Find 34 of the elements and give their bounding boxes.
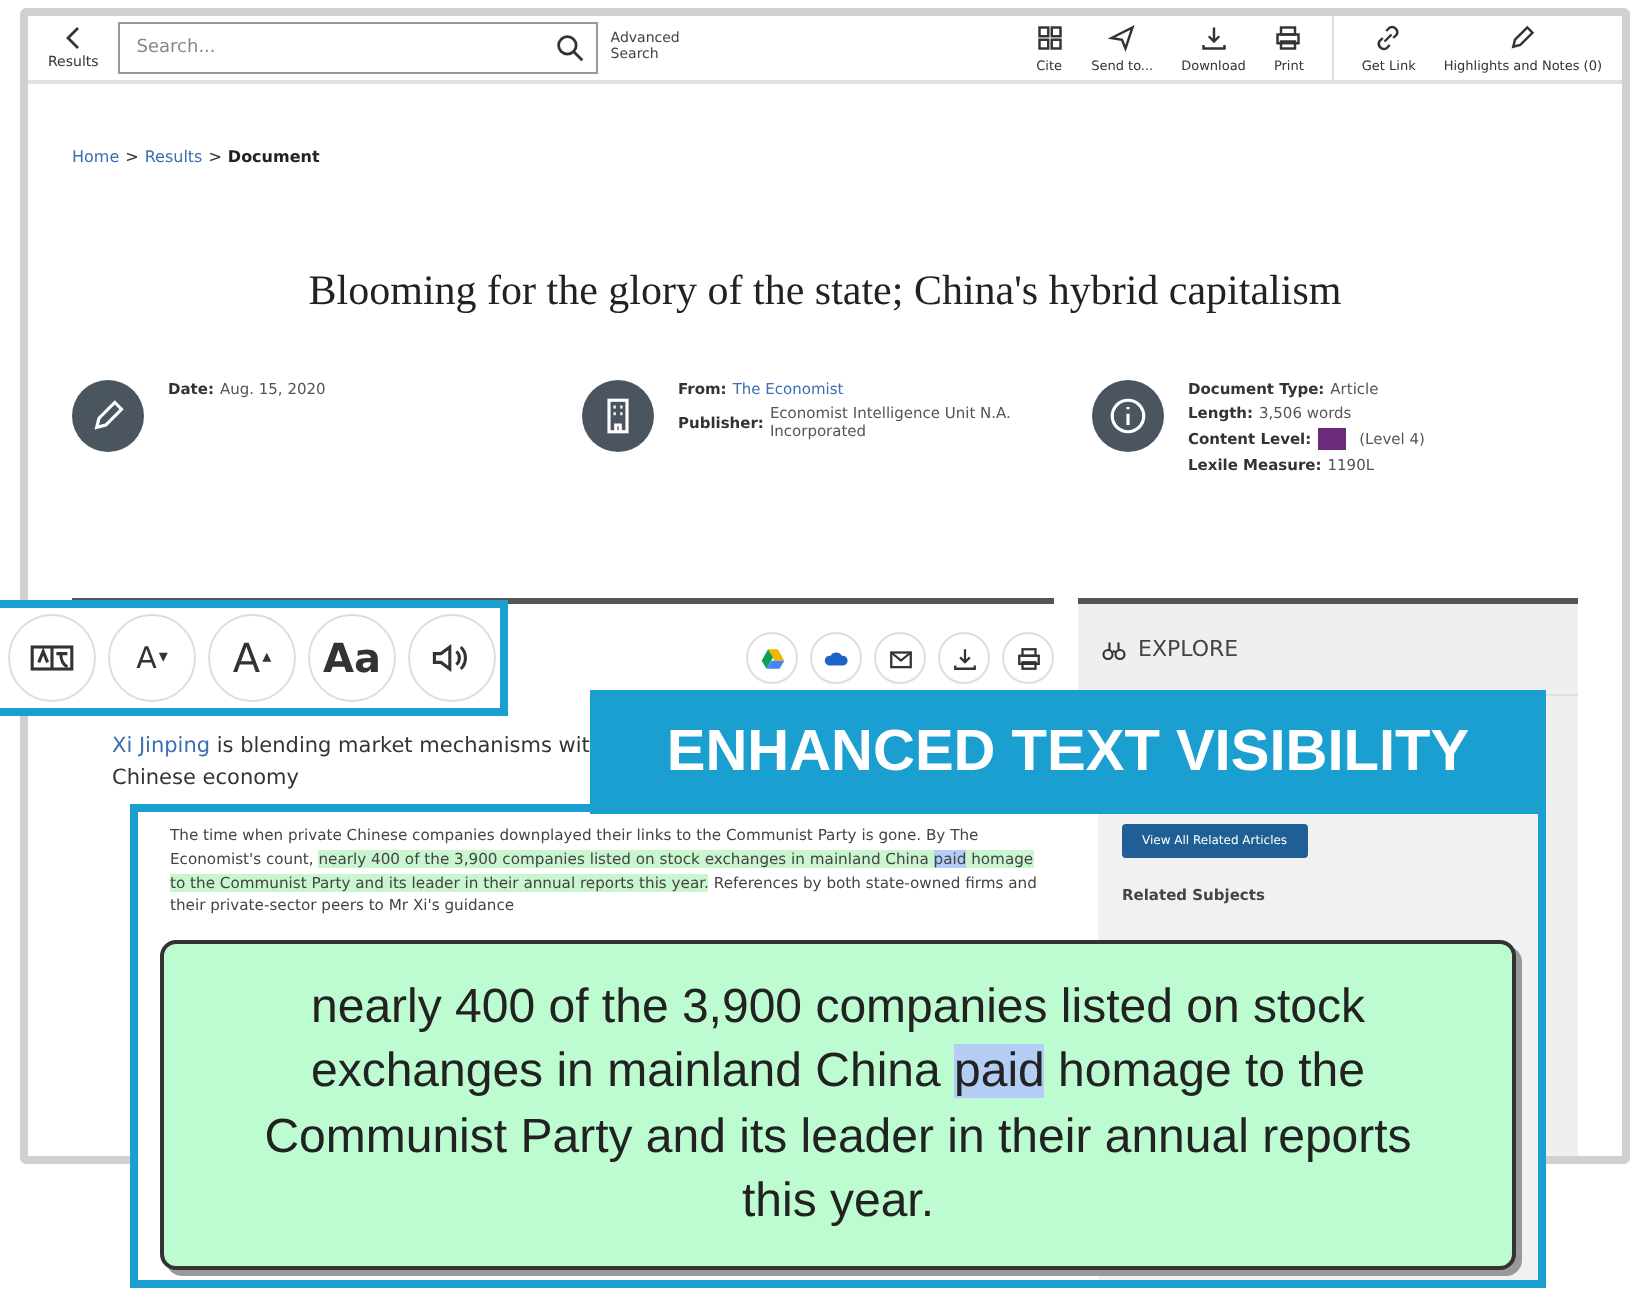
feature-banner: ENHANCED TEXT VISIBILITY [590, 690, 1546, 814]
link-icon [1374, 23, 1403, 51]
text-tool-button[interactable] [408, 614, 496, 702]
search-box[interactable]: Search... [118, 22, 599, 74]
share-button[interactable] [1002, 632, 1054, 684]
print-icon [1015, 645, 1041, 671]
magnified-text: nearly 400 of the 3,900 companies listed on stock exchanges in mainland China paid homage to the Communist Party and its leader in their annual reports this year. [262, 977, 1414, 1232]
breadcrumb-separator: > [208, 148, 222, 166]
print-icon [1274, 23, 1303, 51]
share-button[interactable] [810, 632, 862, 684]
download-icon [951, 645, 977, 671]
breadcrumb-link[interactable]: Home [72, 148, 120, 166]
breadcrumb-link[interactable]: Document [227, 148, 320, 166]
pen-icon [1508, 23, 1537, 51]
chevron-left-icon [63, 26, 84, 50]
document-title: Blooming for the glory of the state; China's hybrid capitalism [306, 266, 1344, 316]
person-link[interactable]: Xi Jinping [112, 734, 211, 758]
text-tool-button[interactable] [8, 614, 96, 702]
text-tool-button[interactable]: Aa [308, 614, 396, 702]
breadcrumb-separator: > [125, 148, 139, 166]
mail-icon [887, 645, 913, 671]
explore-label: EXPLORE [1138, 636, 1239, 662]
download-icon [1199, 23, 1228, 51]
send-icon [1108, 23, 1137, 51]
share-button[interactable] [938, 632, 990, 684]
drive-icon [759, 645, 785, 671]
breadcrumb-link[interactable]: Results [144, 148, 203, 166]
binoculars-icon [1102, 637, 1126, 661]
text-tool-button[interactable]: A▴ [208, 614, 296, 702]
search-icon [556, 34, 585, 62]
text-tool-button[interactable]: A▾ [108, 614, 196, 702]
share-button[interactable] [874, 632, 926, 684]
pen-icon [90, 398, 126, 434]
info-icon [1110, 398, 1146, 434]
